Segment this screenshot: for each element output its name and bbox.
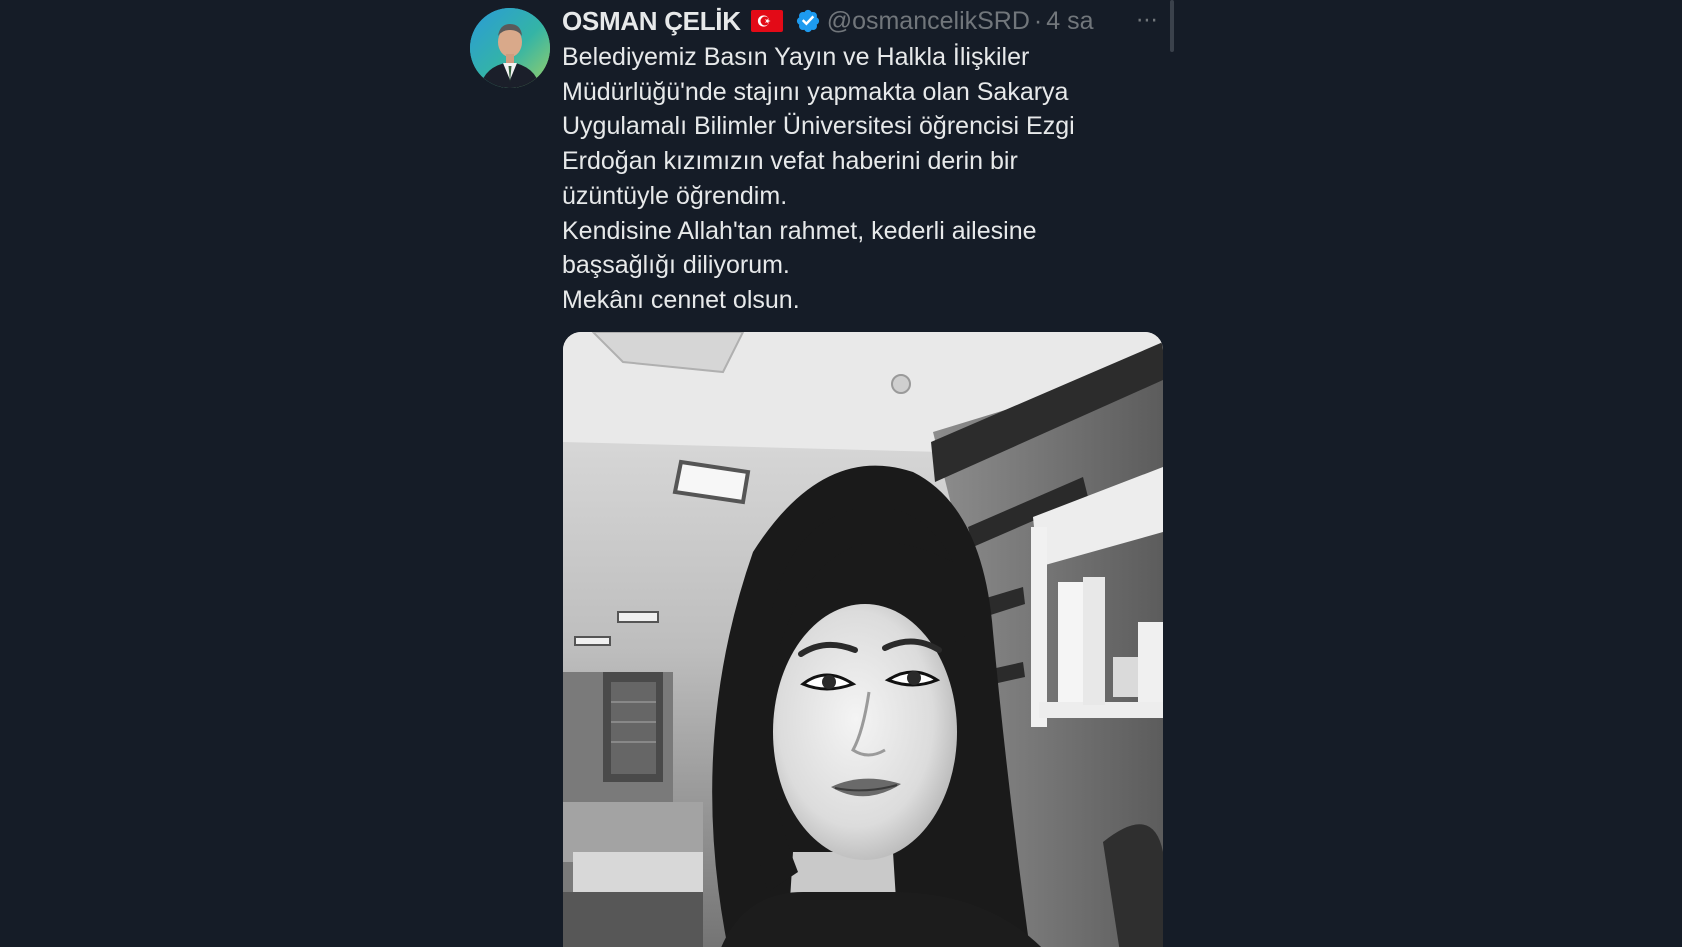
tweet-photo[interactable] — [563, 332, 1163, 947]
author-handle[interactable]: @osmancelikSRD — [827, 7, 1030, 36]
tweet-header: OSMAN ÇELİK @osmancelikSRD · 4 sa — [562, 4, 1094, 38]
tweet-text-line: Uygulamalı Bilimler Üniversitesi öğrenci… — [562, 112, 1075, 141]
avatar[interactable] — [470, 8, 550, 88]
tweet-text-line: Belediyemiz Basın Yayın ve Halkla İlişki… — [562, 43, 1030, 71]
verified-badge-icon — [795, 8, 821, 34]
page: OSMAN ÇELİK @osmancelikSRD · 4 sa ⋯ Bele… — [0, 0, 1682, 947]
tweet: OSMAN ÇELİK @osmancelikSRD · 4 sa ⋯ Bele… — [470, 0, 1174, 947]
tweet-text-line: üzüntüyle öğrendim. — [562, 181, 788, 210]
tweet-text-line: Müdürlüğü'nde stajını yapmakta olan Saka… — [562, 77, 1069, 106]
turkey-flag-icon — [750, 10, 783, 32]
tweet-text-line: Kendisine Allah'tan rahmet, kederli aile… — [562, 216, 1037, 245]
tweet-text: Belediyemiz Basın Yayın ve Halkla İlişki… — [562, 40, 1122, 318]
separator-dot: · — [1033, 6, 1043, 35]
tweet-text-line: Mekânı cennet olsun. — [562, 285, 800, 314]
tweet-text-line: başsağlığı diliyorum. — [562, 251, 790, 280]
scrollbar[interactable] — [1170, 0, 1174, 52]
tweet-text-line: Erdoğan kızımızın vefat haberini derin b… — [562, 147, 1018, 176]
more-options-icon[interactable]: ⋯ — [1136, 9, 1164, 31]
author-name[interactable]: OSMAN ÇELİK — [562, 6, 741, 37]
tweet-timestamp[interactable]: 4 sa — [1046, 7, 1093, 36]
